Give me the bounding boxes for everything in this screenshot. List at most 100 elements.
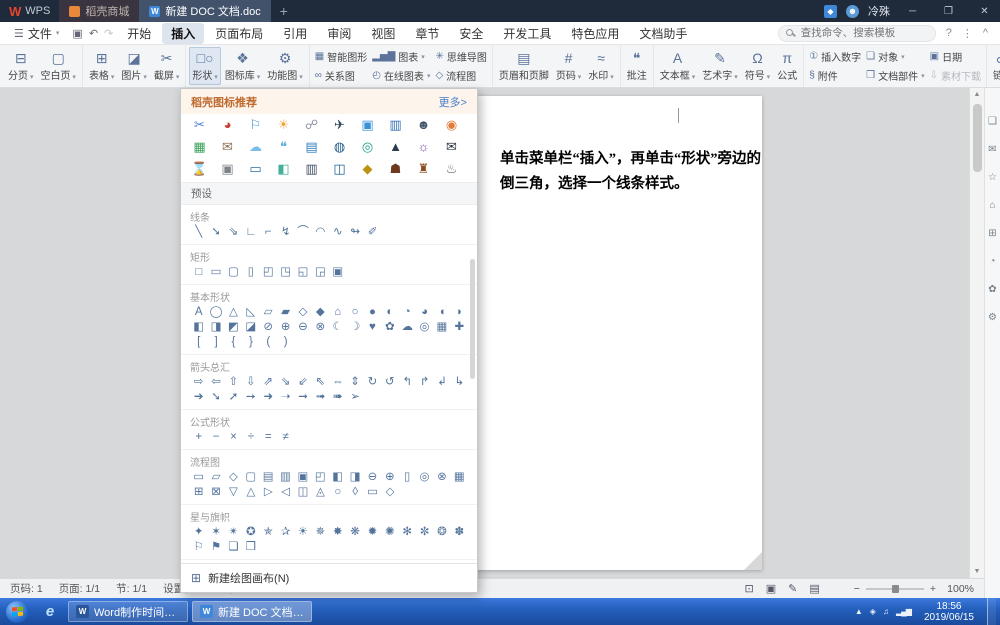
basic-shapes-shape-icon[interactable]: ◔	[399, 305, 416, 320]
stars-banners-shape-icon[interactable]: ❒	[242, 540, 259, 555]
ribbon-button-chart[interactable]: ▂▅▇图表▾	[370, 49, 432, 64]
rectangles-shape-icon[interactable]: ◰	[260, 265, 277, 280]
rectangles-shape-icon[interactable]: □	[190, 265, 207, 280]
docer-shape-icon[interactable]: ⚐	[247, 117, 264, 133]
flowchart-shape-icon[interactable]: △	[242, 485, 259, 500]
flowchart-shape-icon[interactable]: ▷	[260, 485, 277, 500]
show-desktop-button[interactable]	[987, 598, 996, 625]
ribbon-button-function-diagram[interactable]: ⚙功能图 ▾	[264, 47, 305, 85]
basic-shapes-shape-icon[interactable]: ◐	[381, 305, 398, 320]
redo-icon[interactable]: ↷	[101, 27, 116, 40]
basic-shapes-shape-icon[interactable]: {	[225, 335, 242, 350]
rectangles-shape-icon[interactable]: ◳	[277, 265, 294, 280]
flowchart-shape-icon[interactable]: ◇	[225, 470, 242, 485]
arrows-shape-icon[interactable]: ⇙	[294, 375, 311, 390]
arrows-shape-icon[interactable]: ⇘	[277, 375, 294, 390]
docer-shape-icon[interactable]: ✉	[443, 139, 460, 155]
ribbon-button-relation-diagram[interactable]: ∞关系图	[313, 68, 369, 83]
arrows-shape-icon[interactable]: ➙	[242, 390, 259, 405]
stars-banners-shape-icon[interactable]: ✺	[381, 525, 398, 540]
flowchart-shape-icon[interactable]: ◫	[294, 485, 311, 500]
basic-shapes-shape-icon[interactable]: ◪	[242, 320, 259, 335]
ribbon-button-picture[interactable]: ◪图片 ▾	[118, 47, 149, 85]
save-icon[interactable]: ▣	[69, 27, 85, 40]
file-menu-button[interactable]: ☰ 文件 ▾	[6, 25, 67, 42]
zoom-slider-knob[interactable]	[892, 585, 899, 593]
basic-shapes-shape-icon[interactable]: ◯	[207, 305, 224, 320]
ribbon-button-blank-page[interactable]: ▢空白页 ▾	[37, 47, 78, 85]
flowchart-shape-icon[interactable]: ⊗	[433, 470, 450, 485]
arrows-shape-icon[interactable]: ➝	[277, 390, 294, 405]
flowchart-shape-icon[interactable]: ▣	[294, 470, 311, 485]
lines-shape-icon[interactable]: ↬	[347, 225, 364, 240]
rail-panel-icon-1[interactable]: ❑	[988, 116, 997, 127]
arrows-shape-icon[interactable]: ↲	[433, 375, 450, 390]
ribbon-button-text-box[interactable]: A文本框 ▾	[657, 47, 698, 85]
flowchart-shape-icon[interactable]: ▥	[277, 470, 294, 485]
stars-banners-shape-icon[interactable]: ☀	[294, 525, 311, 540]
rail-panel-icon-7[interactable]: ✿	[988, 284, 996, 295]
docer-shape-icon[interactable]: ◎	[359, 139, 376, 155]
ribbon-button-flowchart-button[interactable]: ◇流程图	[433, 68, 488, 83]
basic-shapes-shape-icon[interactable]: ⌂	[329, 305, 346, 320]
basic-shapes-shape-icon[interactable]: ▰	[277, 305, 294, 320]
lines-shape-icon[interactable]: ✐	[364, 225, 381, 240]
docer-shape-icon[interactable]: ▦	[191, 139, 208, 155]
arrows-shape-icon[interactable]: ↺	[381, 375, 398, 390]
basic-shapes-shape-icon[interactable]: ✿	[381, 320, 398, 335]
basic-shapes-shape-icon[interactable]: ▦	[433, 320, 450, 335]
docer-shape-icon[interactable]: ✉	[219, 139, 236, 155]
docer-shape-icon[interactable]: ▥	[387, 117, 404, 133]
rectangles-shape-icon[interactable]: ▭	[207, 265, 224, 280]
rail-panel-icon-8[interactable]: ⚙	[988, 312, 997, 323]
stars-banners-shape-icon[interactable]: ✼	[416, 525, 433, 540]
arrows-shape-icon[interactable]: ↱	[416, 375, 433, 390]
rail-panel-icon-3[interactable]: ☆	[988, 172, 997, 183]
basic-shapes-shape-icon[interactable]: ✚	[451, 320, 468, 335]
docer-shape-icon[interactable]: ◫	[331, 161, 348, 177]
basic-shapes-shape-icon[interactable]: ☁	[399, 320, 416, 335]
more-icon[interactable]: ⋮	[960, 27, 975, 40]
rectangles-shape-icon[interactable]: ◲	[312, 265, 329, 280]
network-icon[interactable]: ▂▄▆	[896, 607, 911, 616]
basic-shapes-shape-icon[interactable]: ◗	[451, 305, 468, 320]
menu-tab-page-layout[interactable]: 页面布局	[206, 23, 272, 44]
basic-shapes-shape-icon[interactable]: ◆	[312, 305, 329, 320]
arrows-shape-icon[interactable]: ➔	[190, 390, 207, 405]
arrows-shape-icon[interactable]: ↳	[451, 375, 468, 390]
stars-banners-shape-icon[interactable]: ⚐	[190, 540, 207, 555]
rectangles-shape-icon[interactable]: ▢	[225, 265, 242, 280]
docer-shape-icon[interactable]: ⌛	[191, 161, 208, 177]
basic-shapes-shape-icon[interactable]: [	[190, 335, 207, 350]
docer-shape-icon[interactable]: ✈	[331, 117, 348, 133]
basic-shapes-shape-icon[interactable]: ◕	[416, 305, 433, 320]
ribbon-button-word-art[interactable]: ✎艺术字 ▾	[699, 47, 740, 85]
scroll-up-icon[interactable]: ▲	[970, 88, 984, 101]
flowchart-shape-icon[interactable]: ⊠	[207, 485, 224, 500]
docer-shape-icon[interactable]: ◕	[219, 117, 236, 133]
undo-icon[interactable]: ↶	[86, 27, 101, 40]
page-view-icon[interactable]: ▣	[766, 582, 776, 595]
docer-shape-icon[interactable]: ☗	[387, 161, 404, 177]
docer-shape-icon[interactable]: ☁	[247, 139, 264, 155]
taskbar-clock[interactable]: 18:56 2019/06/15	[919, 601, 979, 623]
rail-panel-icon-6[interactable]: ◔	[989, 256, 995, 267]
stars-banners-shape-icon[interactable]: ✰	[277, 525, 294, 540]
menu-tab-review[interactable]: 审阅	[318, 23, 360, 44]
ribbon-button-attachment[interactable]: §附件	[807, 68, 863, 83]
basic-shapes-shape-icon[interactable]: ◨	[207, 320, 224, 335]
rectangles-shape-icon[interactable]: ▯	[242, 265, 259, 280]
ribbon-button-comment[interactable]: ❝批注	[624, 47, 650, 85]
menu-tab-security[interactable]: 安全	[450, 23, 492, 44]
rail-panel-icon-5[interactable]: ⊞	[988, 228, 996, 239]
arrows-shape-icon[interactable]: ↻	[364, 375, 381, 390]
basic-shapes-shape-icon[interactable]: ]	[207, 335, 224, 350]
ribbon-button-formula[interactable]: π公式	[774, 47, 800, 85]
menu-tab-home[interactable]: 开始	[118, 23, 160, 44]
task-wps-document[interactable]: W新建 DOC 文档.d...	[192, 601, 312, 622]
lines-shape-icon[interactable]: ⌐	[260, 225, 277, 240]
menu-tab-special-features[interactable]: 特色应用	[562, 23, 628, 44]
stars-banners-shape-icon[interactable]: ❏	[225, 540, 242, 555]
lines-shape-icon[interactable]: ◠	[312, 225, 329, 240]
basic-shapes-shape-icon[interactable]: ⊘	[260, 320, 277, 335]
